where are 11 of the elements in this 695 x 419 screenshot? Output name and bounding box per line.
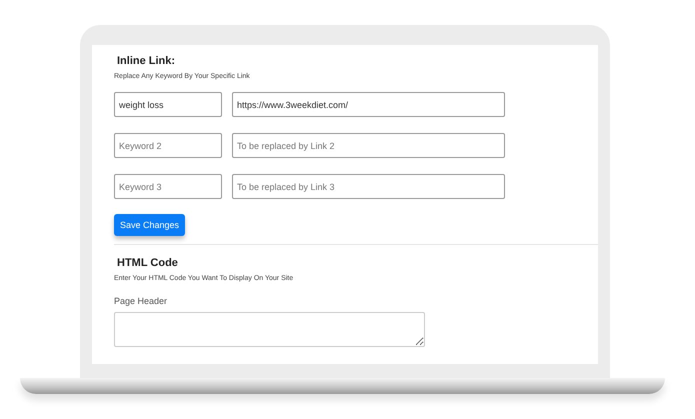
link-field[interactable]: https://www.3weekdiet.com/ xyxy=(232,92,505,117)
keyword-field[interactable]: Keyword 3 xyxy=(114,174,222,199)
section-title: Inline Link: xyxy=(116,55,176,67)
section-title: HTML Code xyxy=(116,257,179,269)
link-field[interactable]: To be replaced by Link 2 xyxy=(232,133,505,158)
keyword-field[interactable]: weight loss xyxy=(114,92,222,117)
save-changes-button[interactable]: Save Changes xyxy=(114,214,186,236)
field-label: Page Header xyxy=(114,296,168,306)
link-field[interactable]: To be replaced by Link 3 xyxy=(232,174,505,199)
page-header-field[interactable] xyxy=(114,312,425,347)
keyword-field[interactable]: Keyword 2 xyxy=(114,133,222,158)
